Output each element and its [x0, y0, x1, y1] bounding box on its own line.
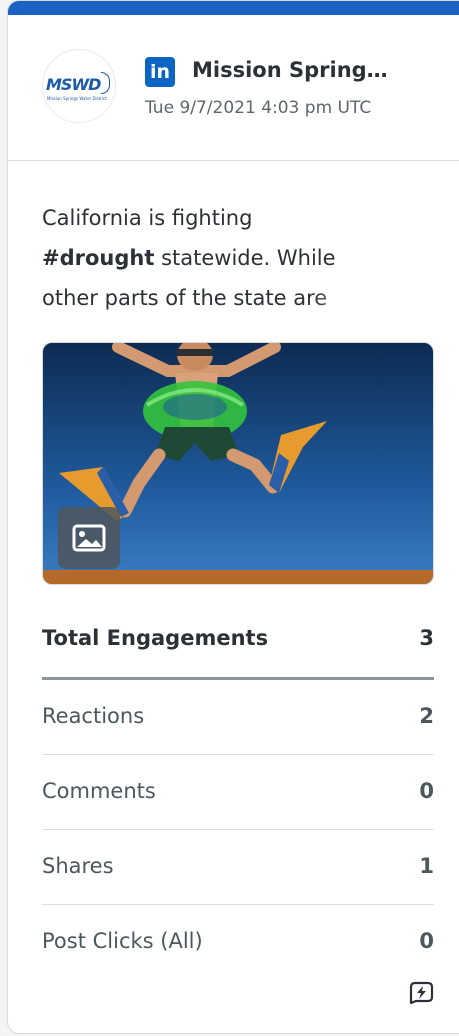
stat-row-comments: Comments 0 [42, 755, 434, 830]
engagement-stats: Total Engagements 3 Reactions 2 Comments… [42, 611, 434, 979]
total-engagements-value: 3 [419, 626, 434, 650]
stat-label: Shares [42, 854, 114, 878]
post-header: MSWD Mission Springs Water District in M… [8, 15, 459, 161]
stat-value: 1 [419, 854, 434, 878]
avatar[interactable]: MSWD Mission Springs Water District [42, 49, 116, 123]
avatar-logo-text: MSWD [46, 75, 101, 94]
post-timestamp: Tue 9/7/2021 4:03 pm UTC [145, 98, 372, 118]
stat-row-shares: Shares 1 [42, 830, 434, 905]
post-card[interactable]: MSWD Mission Springs Water District in M… [7, 0, 459, 1034]
total-engagements-row: Total Engagements 3 [42, 611, 434, 680]
post-media-image[interactable] [42, 342, 434, 585]
stat-value: 0 [419, 779, 434, 803]
image-icon [58, 507, 120, 569]
total-engagements-label: Total Engagements [42, 626, 269, 650]
post-text-line-2: #drought statewide. While [42, 246, 336, 270]
text-fade-overlay [308, 283, 408, 323]
water-drop-icon [101, 72, 110, 94]
media-horizon-ground [43, 570, 433, 584]
lightning-chat-icon[interactable] [406, 979, 436, 1009]
linkedin-icon: in [145, 57, 175, 87]
stat-label: Post Clicks (All) [42, 929, 203, 953]
author-name[interactable]: Mission Spring… [192, 58, 388, 82]
post-text-line-1: California is fighting [42, 206, 253, 230]
hashtag-drought[interactable]: #drought [42, 246, 154, 270]
avatar-logo-subtext: Mission Springs Water District [47, 96, 107, 101]
stat-value: 0 [419, 929, 434, 953]
card-accent-bar [8, 1, 459, 15]
stat-label: Reactions [42, 704, 145, 728]
stat-label: Comments [42, 779, 156, 803]
stat-row-post-clicks: Post Clicks (All) 0 [42, 905, 434, 979]
stat-value: 2 [419, 704, 434, 728]
stat-row-reactions: Reactions 2 [42, 680, 434, 755]
